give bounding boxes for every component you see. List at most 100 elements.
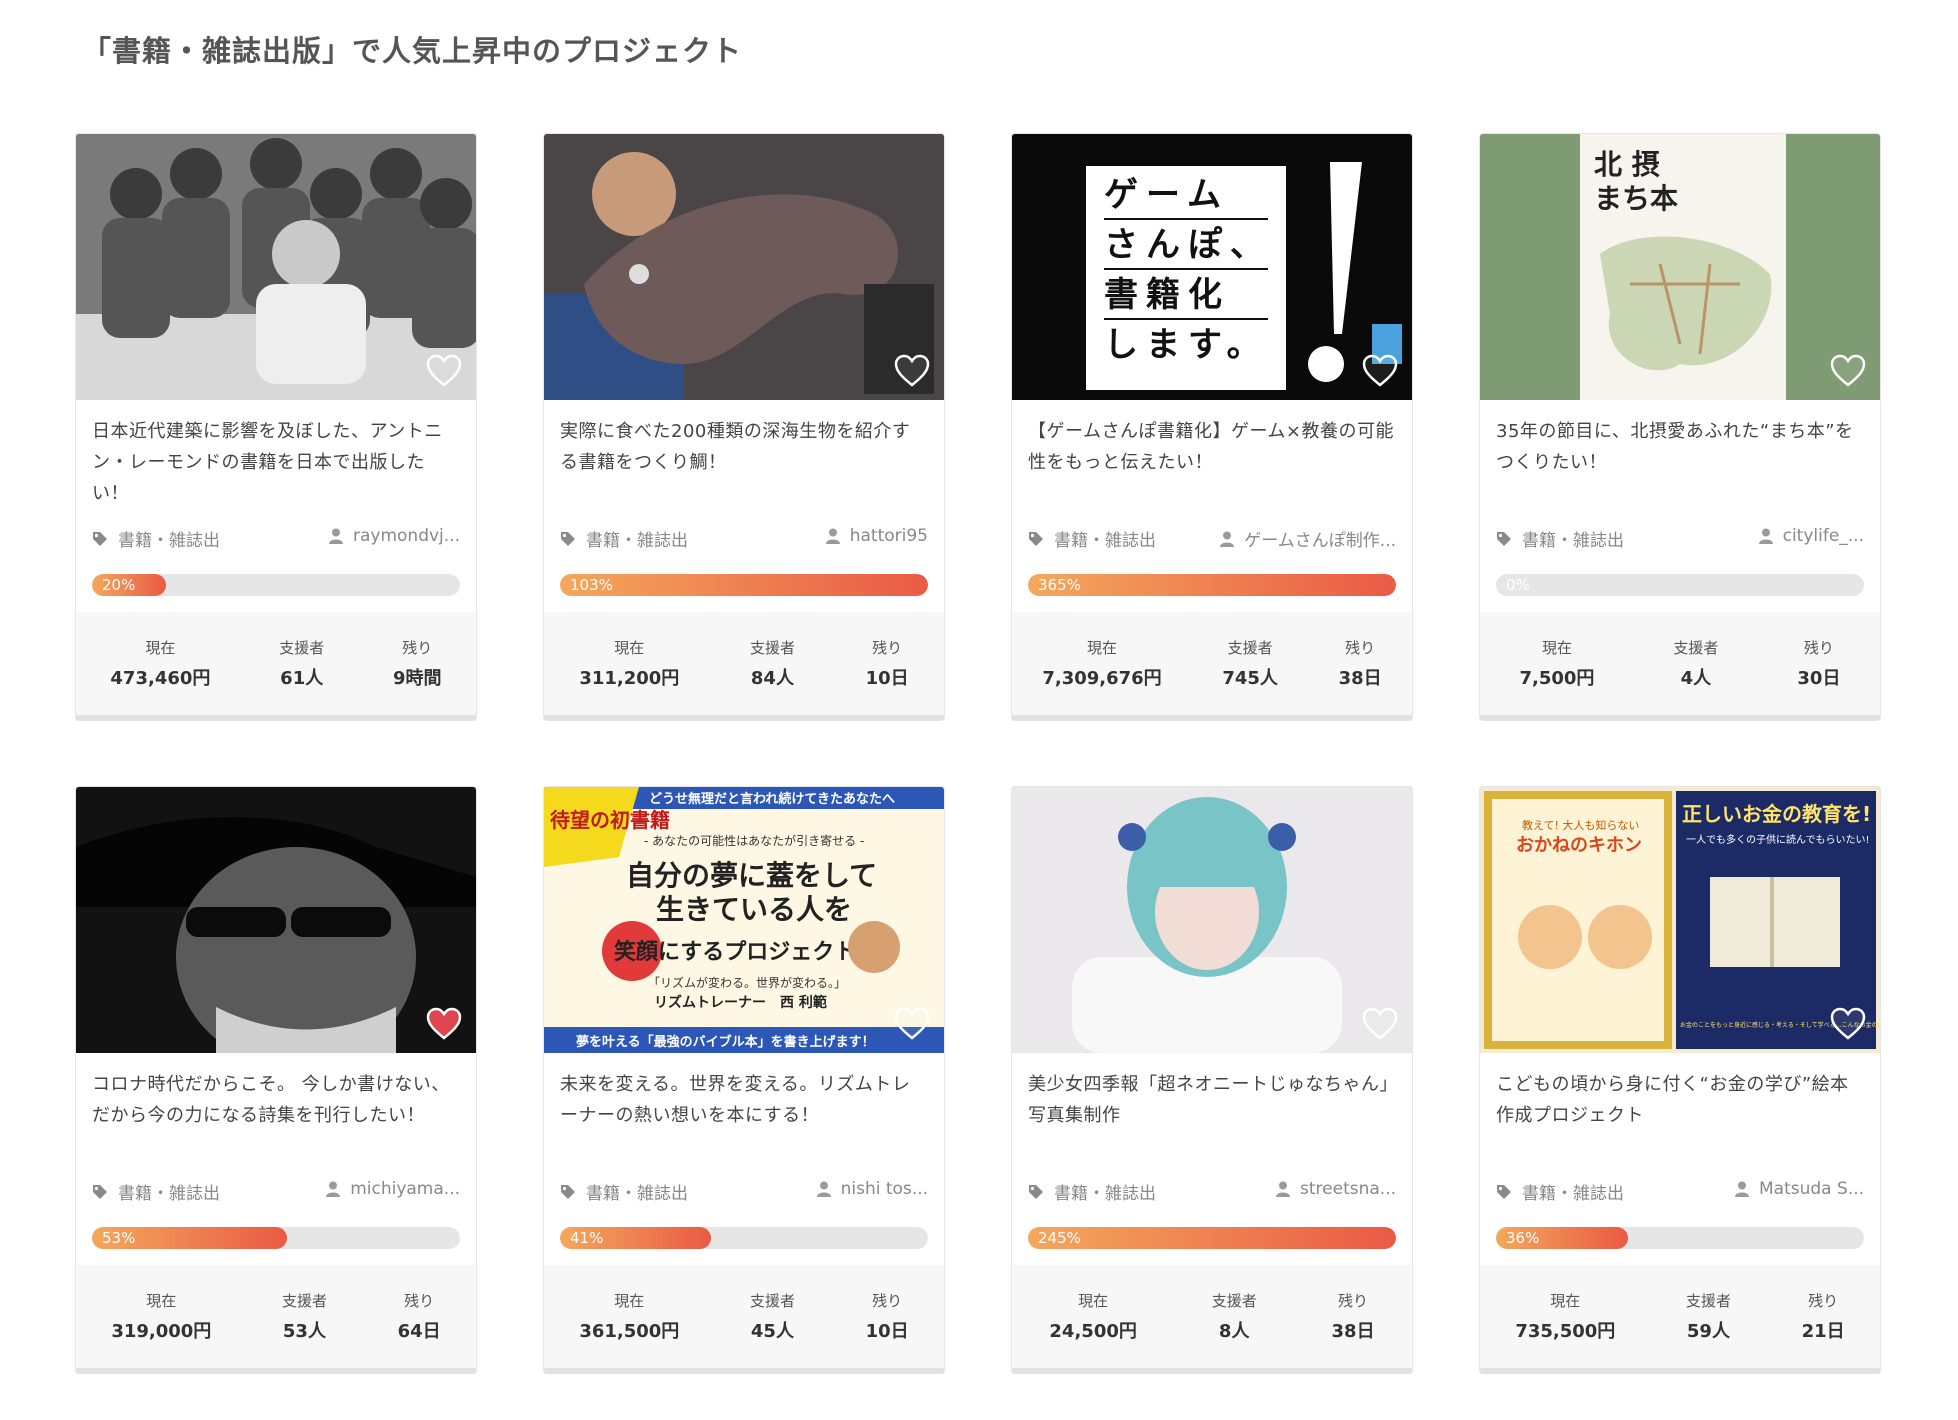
owner-name: raymondvj... — [353, 526, 460, 546]
thumb-text-line: 書籍化 — [1104, 275, 1230, 315]
thumb-text-line: します。 — [1104, 325, 1269, 365]
owner-link[interactable]: raymondvj... — [329, 526, 460, 546]
progress-percent: 20% — [102, 576, 136, 594]
project-thumbnail[interactable] — [76, 787, 476, 1053]
project-card[interactable]: 待望の初書籍 どうせ無理だと言われ続けてきたあなたへ - あなたの可能性はあなたが引… — [543, 786, 945, 1374]
owner-link[interactable]: michiyama... — [326, 1179, 460, 1199]
project-meta: 書籍・雑誌出 nishi tos... — [560, 1179, 928, 1205]
time-remaining: 残り 64日 — [398, 1290, 441, 1343]
backer-count-label: 支援者 — [279, 639, 325, 657]
project-title[interactable]: 未来を変える。世界を変える。リズムトレーナーの熱い想いを本にする！ — [544, 1069, 944, 1164]
project-thumbnail[interactable]: 待望の初書籍 どうせ無理だと言われ続けてきたあなたへ - あなたの可能性はあなたが引… — [544, 787, 944, 1053]
project-title[interactable]: 日本近代建築に影響を及ぼした、アントニン・レーモンドの書籍を日本で出版したい！ — [76, 416, 476, 511]
owner-link[interactable]: nishi tos... — [816, 1179, 928, 1199]
progress-bar: 36% — [1496, 1227, 1864, 1249]
time-remaining-value: 30日 — [1797, 668, 1841, 689]
progress-percent: 365% — [1038, 576, 1081, 594]
project-thumbnail[interactable] — [76, 134, 476, 400]
current-amount-value: 311,200円 — [579, 668, 680, 689]
project-card[interactable]: 美少女四季報「超ネオニートじゅなちゃん」写真集制作 書籍・雑誌出 streets… — [1011, 786, 1413, 1374]
user-icon — [825, 528, 840, 544]
current-amount-label: 現在 — [1087, 639, 1118, 657]
owner-name: citylife_... — [1782, 526, 1864, 546]
category-label: 書籍・雑誌出 — [1054, 531, 1156, 551]
current-amount: 現在 7,500円 — [1519, 637, 1594, 690]
thumb-text-line: 北 摂 — [1594, 148, 1660, 181]
thumb-text: 夢を叶える「最強のバイブル本」を書き上げます！ — [576, 1034, 875, 1050]
favorite-heart-icon[interactable] — [894, 354, 930, 388]
current-amount-value: 7,309,676円 — [1042, 668, 1162, 689]
user-icon — [1758, 528, 1773, 544]
backer-count-value: 8人 — [1218, 1321, 1250, 1342]
project-title[interactable]: コロナ時代だからこそ。 今しか書けない、だから今の力になる詩集を刊行したい！ — [76, 1069, 476, 1164]
progress-bar: 20% — [92, 574, 460, 596]
favorite-heart-icon[interactable] — [426, 1007, 462, 1041]
project-title[interactable]: 実際に食べた200種類の深海生物を紹介する書籍をつくり鯛！ — [544, 416, 944, 511]
current-amount-value: 361,500円 — [579, 1321, 680, 1342]
tag-icon — [561, 531, 575, 546]
project-image: 北 摂まち本 — [1480, 134, 1880, 400]
favorite-heart-icon[interactable] — [1830, 1007, 1866, 1041]
current-amount-value: 7,500円 — [1519, 668, 1595, 689]
time-remaining: 残り 38日 — [1339, 637, 1382, 690]
current-amount-label: 現在 — [1550, 1292, 1581, 1310]
favorite-heart-icon[interactable] — [1362, 1007, 1398, 1041]
category-link[interactable]: 書籍・雑誌出 — [1496, 1179, 1624, 1204]
current-amount-label: 現在 — [1078, 1292, 1109, 1310]
category-link[interactable]: 書籍・雑誌出 — [92, 1179, 220, 1204]
project-thumbnail[interactable]: 北 摂まち本 — [1480, 134, 1880, 400]
project-thumbnail[interactable]: ゲーム さんぽ、 書籍化 します。 — [1012, 134, 1412, 400]
owner-link[interactable]: streetsna... — [1276, 1179, 1396, 1199]
owner-link[interactable]: Matsuda S... — [1735, 1179, 1864, 1199]
project-title[interactable]: 【ゲームさんぽ書籍化】ゲーム×教養の可能性をもっと伝えたい！ — [1012, 416, 1412, 511]
category-link[interactable]: 書籍・雑誌出 — [1496, 526, 1624, 551]
project-card[interactable]: 教えて! 大人も知らない おかねのキホン 正しいお金の教育を! 一人でも多くの子供に読… — [1479, 786, 1881, 1374]
backer-count-value: 745人 — [1222, 668, 1278, 689]
owner-link[interactable]: hattori95 — [825, 526, 928, 546]
backer-count: 支援者 45人 — [750, 1290, 795, 1343]
category-link[interactable]: 書籍・雑誌出 — [1028, 526, 1156, 551]
project-card[interactable]: ゲーム さんぽ、 書籍化 します。 【ゲームさんぽ書籍化】ゲーム×教養の可能性をもっと伝… — [1011, 133, 1413, 721]
time-remaining: 残り 10日 — [866, 1290, 909, 1343]
favorite-heart-icon[interactable] — [894, 1007, 930, 1041]
progress-fill — [1028, 1227, 1396, 1249]
project-title[interactable]: こどもの頃から身に付く“お金の学び”絵本作成プロジェクト — [1480, 1069, 1880, 1164]
time-remaining-value: 10日 — [865, 668, 909, 689]
backer-count-label: 支援者 — [749, 639, 795, 657]
page: 「書籍・雑誌出版」で人気上昇中のプロジェクト 日本近代建築に影響を及ぼした、アン… — [0, 0, 1958, 1420]
category-link[interactable]: 書籍・雑誌出 — [1028, 1179, 1156, 1204]
category-link[interactable]: 書籍・雑誌出 — [92, 526, 220, 551]
project-card[interactable]: コロナ時代だからこそ。 今しか書けない、だから今の力になる詩集を刊行したい！ 書… — [75, 786, 477, 1374]
time-remaining: 残り 30日 — [1797, 637, 1840, 690]
category-link[interactable]: 書籍・雑誌出 — [560, 526, 688, 551]
favorite-heart-icon[interactable] — [1830, 354, 1866, 388]
project-card[interactable]: 日本近代建築に影響を及ぼした、アントニン・レーモンドの書籍を日本で出版したい！ … — [75, 133, 477, 721]
category-label: 書籍・雑誌出 — [1522, 531, 1624, 551]
thumb-text-line: さんぽ、 — [1104, 225, 1272, 265]
project-thumbnail[interactable]: 教えて! 大人も知らない おかねのキホン 正しいお金の教育を! 一人でも多くの子供に読… — [1480, 787, 1880, 1053]
user-icon — [326, 1181, 341, 1197]
thumb-text: 「リズムが変わる。世界が変わる。」 — [648, 975, 846, 990]
project-title[interactable]: 美少女四季報「超ネオニートじゅなちゃん」写真集制作 — [1012, 1069, 1412, 1164]
time-remaining-label: 残り — [402, 639, 433, 657]
project-thumbnail[interactable] — [1012, 787, 1412, 1053]
owner-link[interactable]: citylife_... — [1758, 526, 1864, 546]
current-amount: 現在 473,460円 — [110, 637, 210, 690]
progress-percent: 245% — [1038, 1229, 1081, 1247]
owner-link[interactable]: ゲームさんぽ制作... — [1220, 526, 1396, 551]
project-card[interactable]: 北 摂まち本 35年の節目に、北摂愛あふれた“まち本”をつくりたい！ 書籍・雑誌出… — [1479, 133, 1881, 721]
owner-name: nishi tos... — [840, 1179, 928, 1199]
project-card[interactable]: 実際に食べた200種類の深海生物を紹介する書籍をつくり鯛！ 書籍・雑誌出 hat… — [543, 133, 945, 721]
project-meta: 書籍・雑誌出 michiyama... — [92, 1179, 460, 1205]
progress-percent: 41% — [570, 1229, 604, 1247]
category-link[interactable]: 書籍・雑誌出 — [560, 1179, 688, 1204]
project-title[interactable]: 35年の節目に、北摂愛あふれた“まち本”をつくりたい！ — [1480, 416, 1880, 511]
current-amount: 現在 361,500円 — [579, 1290, 679, 1343]
favorite-heart-icon[interactable] — [1362, 354, 1398, 388]
project-thumbnail[interactable] — [544, 134, 944, 400]
backer-count: 支援者 53人 — [282, 1290, 327, 1343]
tag-icon — [1029, 1184, 1043, 1199]
time-remaining-label: 残り — [1345, 639, 1376, 657]
current-amount: 現在 311,200円 — [579, 637, 679, 690]
favorite-heart-icon[interactable] — [426, 354, 462, 388]
